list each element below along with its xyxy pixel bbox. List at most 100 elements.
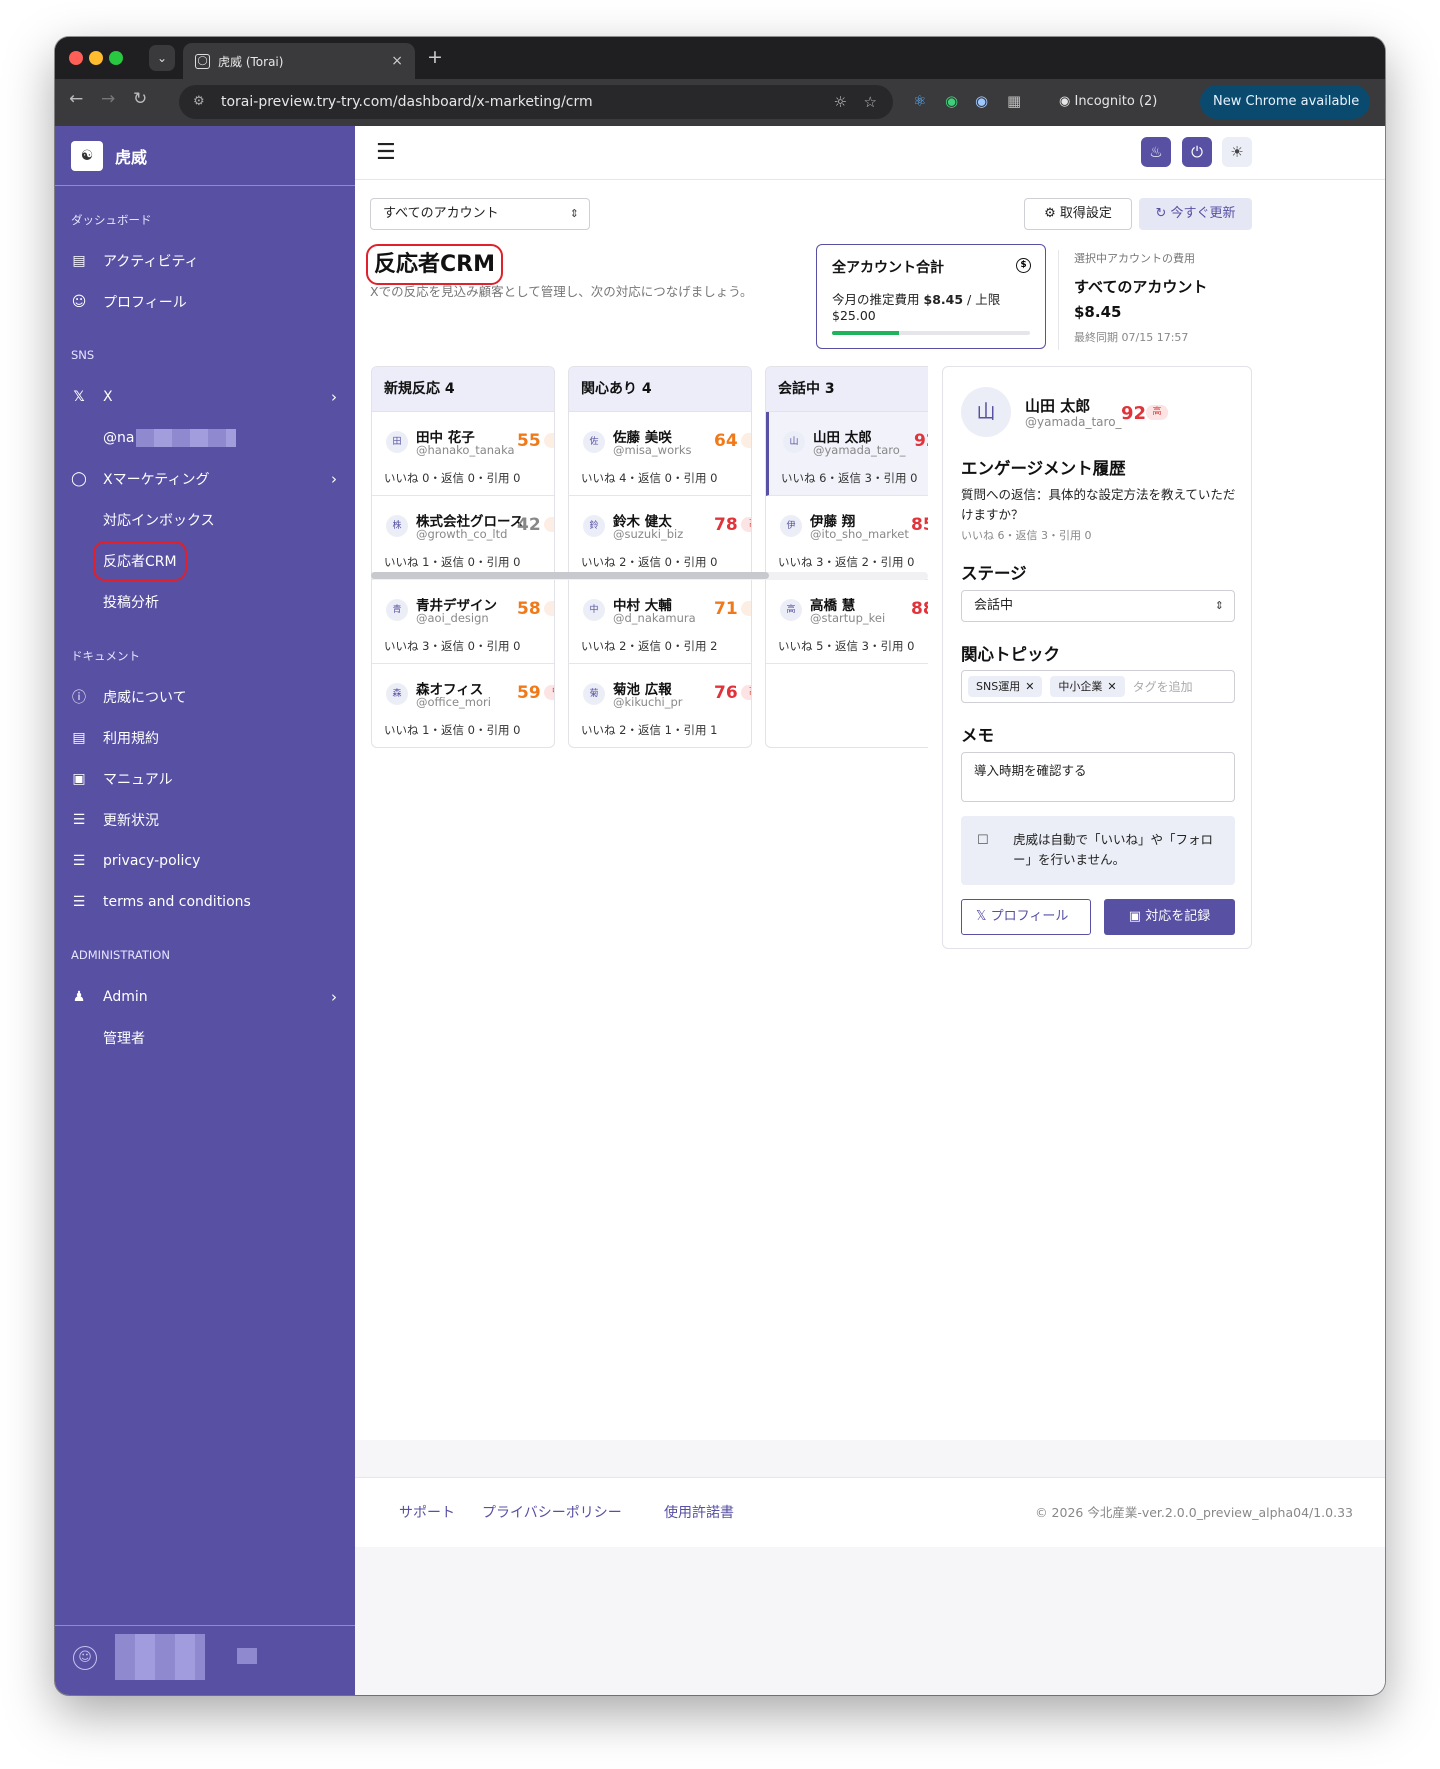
tab-favicon-icon: ◯ (195, 53, 210, 69)
reactor-handle: @aoi_design (416, 611, 489, 625)
sidebar-item-conditions[interactable]: ☰ terms and conditions (55, 881, 355, 922)
close-window-button[interactable] (69, 51, 83, 65)
reactor-card[interactable]: 森森オフィス@office_mori59中いいね 1・返信 0・引用 0 (372, 664, 554, 747)
sidebar-item-x-account[interactable]: @na (55, 417, 355, 458)
sun-icon[interactable]: ☀ (1222, 137, 1252, 167)
sidebar-item-manual[interactable]: ▣ マニュアル (55, 758, 355, 799)
engagement-heading: エンゲージメント履歴 (961, 459, 1126, 478)
scrollbar-thumb[interactable] (371, 572, 769, 579)
topic-tags-input[interactable]: SNS運用 ✕ 中小企業 ✕ タグを追加 (961, 670, 1235, 703)
reactor-card[interactable]: 株株式会社グロース @growth_co_ltd 42 いいね 1・返信 0・引用 0 (372, 496, 554, 580)
hamburger-menu-icon[interactable]: ☰ (376, 140, 396, 165)
user-menu[interactable]: ☺ (55, 1625, 355, 1695)
reload-icon[interactable]: ↻ (133, 89, 147, 109)
brand-name: 虎威 (115, 147, 148, 167)
footer-link-license[interactable]: 使用許諾書 (664, 1502, 734, 1522)
copyright: © 2026 今北産業-ver.2.0.0_preview_alpha04/1.… (1035, 1505, 1353, 1520)
new-tab-button[interactable]: + (427, 46, 443, 68)
reactor-card[interactable]: 中中村 大輔 @d_nakamura 71 いいね 2・返信 0・引用 2 (569, 580, 751, 664)
remove-tag-icon[interactable]: ✕ (1107, 680, 1116, 693)
reactor-card[interactable]: 田田中 花子 @hanako_tanaka 55 いいね 0・返信 0・引用 0 (372, 412, 554, 496)
bell-icon[interactable]: ♨ (1141, 137, 1171, 167)
url-bar[interactable]: ⚙ torai-preview.try-try.com/dashboard/x-… (179, 85, 893, 119)
maximize-window-button[interactable] (109, 51, 123, 65)
chrome-update-button[interactable]: New Chrome available ⋮ (1200, 85, 1370, 143)
stage-heading: ステージ (961, 564, 1027, 583)
redacted-user-name (115, 1634, 205, 1680)
kanban-board: 新規反応 4 田田中 花子 @hanako_tanaka 55 いいね 0・返信 0・引… (371, 366, 928, 748)
monthly-cost-label: 今月の推定費用 (832, 292, 920, 307)
footer-link-privacy[interactable]: プライバシーポリシー (482, 1502, 622, 1522)
reactor-score: 42 (517, 515, 541, 535)
reactor-avatar: 森 (386, 683, 408, 705)
footer-link-support[interactable]: サポート (399, 1502, 455, 1522)
reactor-handle: @ito_sho_market (810, 527, 909, 541)
sidebar-item-crm[interactable]: 反応者CRM (55, 540, 355, 581)
open-profile-button[interactable]: 𝕏 プロフィール (961, 899, 1091, 935)
eye-off-icon[interactable]: ☼ (834, 85, 847, 119)
sidebar-item-label: Admin (103, 988, 148, 1005)
tab-close-icon[interactable]: × (391, 53, 403, 69)
memo-heading: メモ (961, 726, 994, 745)
automation-notice-text: 虎威は自動で「いいね」や「フォロー」を行いません。 (1013, 832, 1214, 867)
reactor-card[interactable]: 伊伊藤 翔@ito_sho_market85いいね 3・返信 2・引用 0 (766, 496, 928, 580)
site-info-icon[interactable]: ⚙ (193, 85, 205, 119)
extensions-puzzle-icon[interactable]: ▦ (1007, 92, 1021, 110)
bookmark-star-icon[interactable]: ☆ (864, 85, 877, 119)
forward-icon[interactable]: → (101, 89, 115, 109)
gear-icon: ⚙ (1044, 206, 1060, 221)
extension-g-icon[interactable]: ◉ (975, 92, 988, 110)
incognito-icon: ◉ (1059, 94, 1075, 109)
remove-tag-icon[interactable]: ✕ (1025, 680, 1034, 693)
stage-select[interactable]: 会話中 ⇕ (961, 590, 1235, 622)
selected-cost-label: 選択中アカウントの費用 (1074, 252, 1195, 265)
power-icon[interactable]: ⏻ (1182, 137, 1212, 167)
stage-select-value: 会話中 (974, 598, 1014, 613)
account-select[interactable]: すべてのアカウント ⇕ (370, 198, 590, 230)
record-response-button[interactable]: ▣ 対応を記録 (1104, 899, 1235, 935)
reactor-card[interactable]: 鈴鈴木 健太@suzuki_biz78高いいね 2・返信 0・引用 0 (569, 496, 751, 580)
reactor-card[interactable]: 菊菊池 広報@kikuchi_pr76高いいね 2・返信 1・引用 1 (569, 664, 751, 747)
sidebar-item-x[interactable]: 𝕏 X › (55, 376, 355, 417)
refresh-now-button[interactable]: ↻ 今すぐ更新 (1139, 198, 1252, 230)
sidebar-item-updates[interactable]: ☰ 更新状況 (55, 799, 355, 840)
priority-badge (544, 517, 554, 532)
sidebar-item-analysis[interactable]: 投稿分析 (55, 581, 355, 622)
incognito-label: Incognito (2) (1074, 94, 1158, 109)
reactor-card[interactable]: 青青井デザイン @aoi_design 58 いいね 3・返信 0・引用 0 (372, 580, 554, 664)
incognito-indicator[interactable]: ◉ Incognito (2) (1059, 87, 1157, 117)
reactor-score: 71 (714, 599, 738, 619)
sidebar-item-x-marketing[interactable]: ◯ Xマーケティング › (55, 458, 355, 499)
tab-search-button[interactable]: ⌄ (149, 45, 175, 71)
minimize-window-button[interactable] (89, 51, 103, 65)
reactor-card[interactable]: 山山田 太郎@yamada_taro_92いいね 6・返信 3・引用 0 (766, 412, 928, 496)
kanban-column: 新規反応 4 田田中 花子 @hanako_tanaka 55 いいね 0・返信 0・引… (371, 366, 555, 748)
board-horizontal-scrollbar[interactable] (371, 572, 928, 580)
sidebar-item-privacy[interactable]: ☰ privacy-policy (55, 840, 355, 881)
brand[interactable]: ☯ 虎威 (55, 126, 355, 186)
reactor-card[interactable]: 高高橋 慧@startup_kei88いいね 5・返信 3・引用 0 (766, 580, 928, 664)
sidebar-item-profile[interactable]: ☺ プロフィール (55, 281, 355, 322)
reactor-avatar: 鈴 (583, 515, 605, 537)
sidebar-item-activity[interactable]: ▤ アクティビティ (55, 240, 355, 281)
fetch-settings-button[interactable]: ⚙ 取得設定 (1024, 198, 1132, 230)
back-icon[interactable]: ← (69, 89, 83, 109)
extension-circle-icon[interactable]: ◉ (945, 92, 958, 110)
reactor-handle: @yamada_taro_ (813, 443, 906, 457)
sidebar-item-inbox[interactable]: 対応インボックス (55, 499, 355, 540)
sidebar-item-admin[interactable]: ♟ Admin › (55, 976, 355, 1017)
memo-textarea[interactable]: 導入時期を確認する (961, 752, 1235, 802)
sidebar-item-terms[interactable]: ▤ 利用規約 (55, 717, 355, 758)
sidebar-item-manager[interactable]: 管理者 (55, 1017, 355, 1058)
browser-tab[interactable]: ◯ 虎威 (Torai) × (183, 43, 415, 79)
sidebar-item-about[interactable]: ⓘ 虎威について (55, 676, 355, 717)
reactor-avatar: 山 (783, 431, 805, 453)
reactor-avatar: 菊 (583, 683, 605, 705)
add-tag-input[interactable]: タグを追加 (1133, 678, 1193, 695)
priority-badge (544, 433, 554, 448)
detail-name: 山田 太郎 (1025, 397, 1091, 415)
react-extension-icon[interactable]: ⚛ (913, 92, 926, 110)
topic-tag-label: SNS運用 (976, 680, 1021, 693)
sidebar-item-label: 投稿分析 (103, 594, 159, 611)
reactor-card[interactable]: 佐佐藤 美咲 @misa_works 64 いいね 4・返信 0・引用 0 (569, 412, 751, 496)
